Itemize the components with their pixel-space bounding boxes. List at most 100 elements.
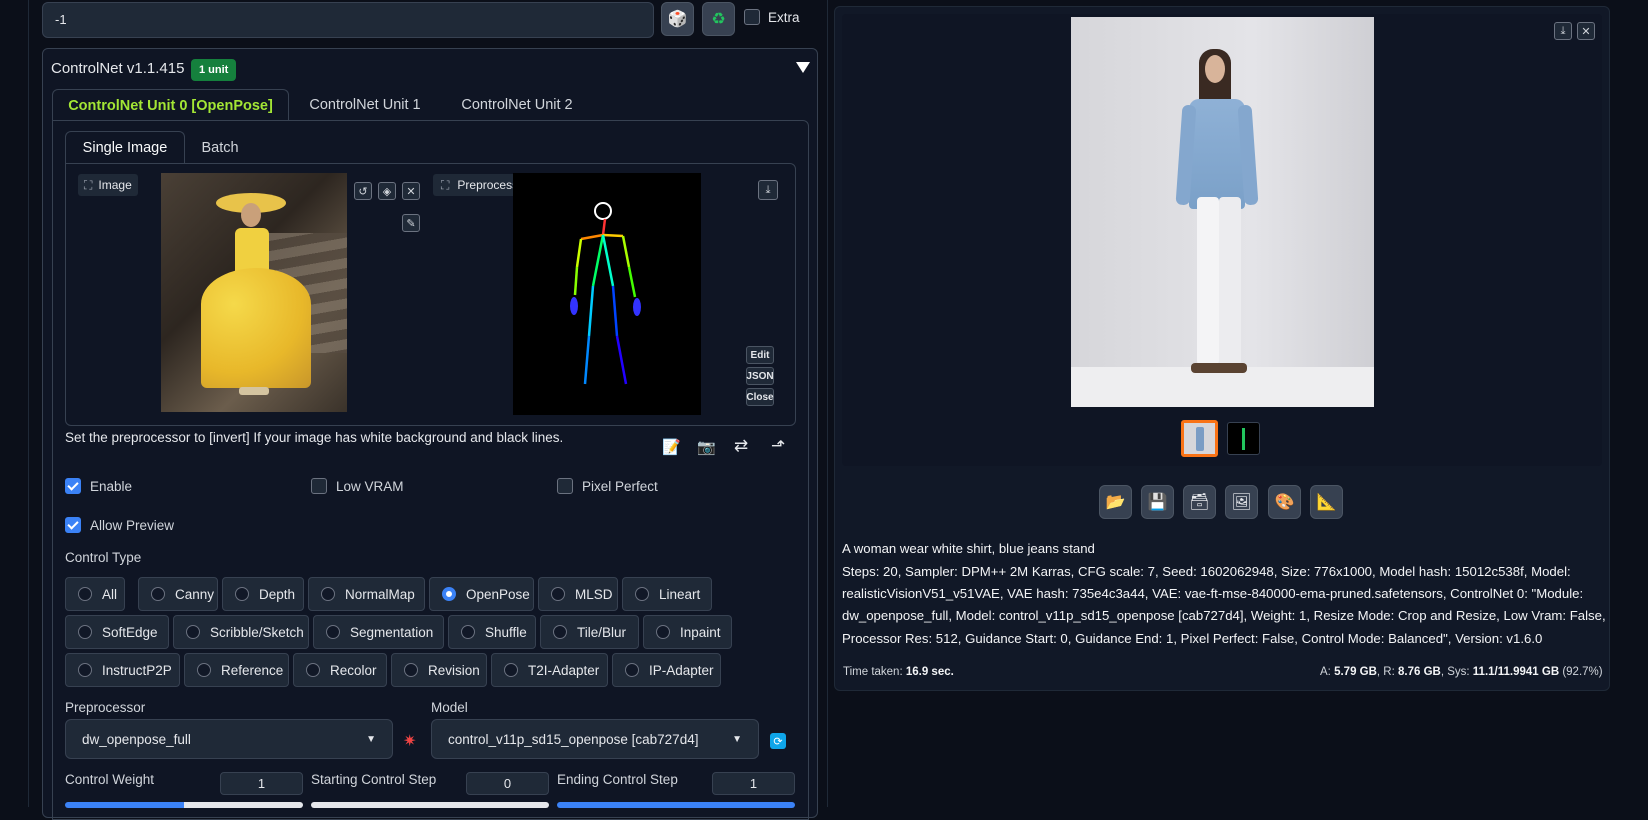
seed-input[interactable]: -1 [42, 2, 654, 38]
radio-normalmap[interactable] [321, 587, 335, 601]
pixel-perfect-checkbox-box[interactable] [557, 478, 573, 494]
control-type-t2i-adapter[interactable]: T2I-Adapter [491, 653, 608, 687]
brush-button[interactable]: ✎ [402, 214, 420, 232]
thumbnail-pose[interactable] [1227, 422, 1260, 455]
ending-step-slider[interactable] [557, 802, 795, 808]
control-type-shuffle[interactable]: Shuffle [448, 615, 536, 649]
send-dimensions-icon[interactable]: 📝 [662, 438, 681, 456]
control-type-revision[interactable]: Revision [391, 653, 487, 687]
control-type-depth[interactable]: Depth [222, 577, 304, 611]
model-select[interactable]: control_v11p_sd15_openpose [cab727d4] ▼ [431, 719, 759, 759]
pixel-perfect-checkbox[interactable]: Pixel Perfect [557, 478, 658, 494]
radio-revision[interactable] [404, 663, 418, 677]
radio-lineart[interactable] [635, 587, 649, 601]
invert-hint: Set the preprocessor to [invert] If your… [65, 430, 564, 445]
send-to-extras-button[interactable]: 📐 [1310, 485, 1343, 519]
zip-button[interactable]: 🗃 [1183, 485, 1216, 519]
radio-shuffle[interactable] [461, 625, 475, 639]
radio-recolor[interactable] [306, 663, 320, 677]
allow-preview-checkbox[interactable]: Allow Preview [65, 517, 174, 533]
control-type-tile-blur[interactable]: Tile/Blur [540, 615, 639, 649]
control-type-instructp2p[interactable]: InstructP2P [65, 653, 180, 687]
tab-unit-2[interactable]: ControlNet Unit 2 [447, 89, 587, 121]
low-vram-checkbox[interactable]: Low VRAM [311, 478, 404, 494]
radio-t2i-adapter[interactable] [504, 663, 518, 677]
control-type-inpaint[interactable]: Inpaint [643, 615, 732, 649]
starting-step-slider[interactable] [311, 802, 549, 808]
radio-mlsd[interactable] [551, 587, 565, 601]
radio-canny[interactable] [151, 587, 165, 601]
radio-ip-adapter[interactable] [625, 663, 639, 677]
generation-params-2: realisticVisionV51_v51VAE, VAE hash: 735… [842, 586, 1584, 601]
control-type-softedge[interactable]: SoftEdge [65, 615, 169, 649]
rotate-icon[interactable]: ⬏ [771, 436, 785, 456]
edit-pose-button[interactable]: Edit [746, 346, 774, 364]
thumbnail-pose-figure [1242, 428, 1245, 450]
floor-shape [1071, 367, 1374, 407]
download-image-button[interactable]: ⤓ [1554, 22, 1572, 40]
close-preview-button[interactable]: Close [746, 388, 774, 406]
control-weight-slider[interactable] [65, 802, 303, 808]
webcam-icon[interactable]: 📷 [697, 438, 716, 456]
reuse-seed-button[interactable]: ♻ [702, 2, 735, 36]
control-type-normalmap[interactable]: NormalMap [308, 577, 425, 611]
starting-step-input[interactable]: 0 [466, 772, 549, 795]
extra-checkbox-box[interactable] [744, 9, 760, 25]
run-preprocessor-icon[interactable]: ✷ [403, 731, 416, 751]
input-image[interactable] [161, 173, 347, 412]
preprocessor-label: Preprocessor [65, 700, 146, 715]
radio-scribble[interactable] [186, 625, 200, 639]
output-image[interactable] [1071, 17, 1374, 407]
control-type-canny[interactable]: Canny [138, 577, 218, 611]
download-preview-button[interactable]: ⤓ [758, 180, 778, 200]
tab-batch[interactable]: Batch [190, 131, 250, 164]
preprocessor-select[interactable]: dw_openpose_full ▼ [65, 719, 393, 759]
radio-inpaint[interactable] [656, 625, 670, 639]
thumbnail-output[interactable] [1181, 420, 1218, 457]
ending-step-input[interactable]: 1 [712, 772, 795, 795]
control-type-recolor[interactable]: Recolor [293, 653, 387, 687]
send-to-inpaint-button[interactable]: 🎨 [1268, 485, 1301, 519]
undo-button[interactable]: ↺ [354, 182, 372, 200]
control-type-scribble[interactable]: Scribble/Sketch [173, 615, 309, 649]
control-type-lineart[interactable]: Lineart [622, 577, 712, 611]
tab-unit-0[interactable]: ControlNet Unit 0 [OpenPose] [52, 89, 289, 121]
extra-checkbox[interactable]: Extra [744, 9, 800, 25]
low-vram-checkbox-box[interactable] [311, 478, 327, 494]
refresh-models-button[interactable]: ⟳ [770, 733, 786, 749]
open-folder-button[interactable]: 📂 [1099, 485, 1132, 519]
image-icon: ⛶ [441, 177, 450, 192]
shoes-shape [239, 387, 269, 395]
enable-checkbox[interactable]: Enable [65, 478, 132, 494]
radio-tile-blur[interactable] [553, 625, 567, 639]
control-type-segmentation[interactable]: Segmentation [313, 615, 444, 649]
mirror-icon[interactable]: ⇄ [734, 436, 748, 456]
radio-reference[interactable] [197, 663, 211, 677]
control-type-openpose[interactable]: OpenPose [429, 577, 534, 611]
control-type-mlsd[interactable]: MLSD [538, 577, 618, 611]
allow-preview-checkbox-box[interactable] [65, 517, 81, 533]
erase-button[interactable]: ◈ [378, 182, 396, 200]
control-type-all[interactable]: All [65, 577, 125, 611]
tab-single-image[interactable]: Single Image [65, 131, 185, 164]
json-pose-button[interactable]: JSON [746, 367, 774, 385]
clear-image-button[interactable]: ✕ [402, 182, 420, 200]
random-seed-button[interactable]: 🎲 [661, 2, 694, 36]
control-type-ip-adapter[interactable]: IP-Adapter [612, 653, 721, 687]
control-type-reference[interactable]: Reference [184, 653, 289, 687]
radio-segmentation[interactable] [326, 625, 340, 639]
tab-unit-1[interactable]: ControlNet Unit 1 [295, 89, 435, 121]
radio-depth[interactable] [235, 587, 249, 601]
control-weight-input[interactable]: 1 [220, 772, 303, 795]
save-button[interactable]: 💾 [1141, 485, 1174, 519]
collapse-triangle-icon[interactable] [796, 62, 810, 73]
controlnet-title[interactable]: ControlNet v1.1.415 [51, 60, 184, 77]
send-to-img2img-button[interactable]: 🖼 [1225, 485, 1258, 519]
radio-all[interactable] [78, 587, 92, 601]
radio-softedge[interactable] [78, 625, 92, 639]
radio-openpose[interactable] [442, 587, 456, 601]
radio-instructp2p[interactable] [78, 663, 92, 677]
close-gallery-button[interactable]: ✕ [1577, 22, 1595, 40]
enable-checkbox-box[interactable] [65, 478, 81, 494]
chevron-down-icon: ▼ [732, 733, 742, 745]
